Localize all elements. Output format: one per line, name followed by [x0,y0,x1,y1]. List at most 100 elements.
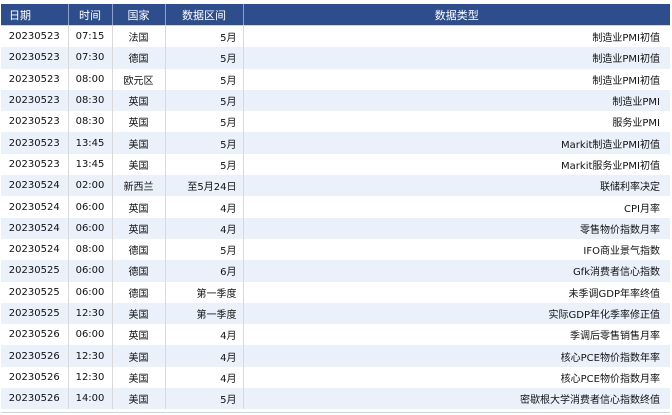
country-cell: 英国 [112,217,166,239]
date-cell: 20230523 [1,153,69,176]
range-cell: 5月 [165,47,244,69]
time-cell: 06:00 [68,281,113,303]
range-cell: 5月 [165,68,244,90]
table-row[interactable]: 20230524 02:00 新西兰 至5月24日 联储利率决定 [1,175,670,197]
type-cell: 服务业PMI [243,111,670,133]
table-row[interactable]: 20230526 06:00 英国 4月 季调后零售销售月率 [1,324,670,346]
country-cell: 美国 [112,366,166,389]
table-row[interactable]: 20230523 07:30 德国 5月 制造业PMI初值 [1,47,670,69]
economic-calendar-table: 日期 时间 国家 数据区间 数据类型 20230523 07:15 法国 5月 制造业P… [1,4,670,410]
date-cell: 20230526 [1,366,69,389]
table-row[interactable]: 20230526 12:30 美国 4月 核心PCE物价指数月率 [1,366,670,389]
date-cell: 20230525 [1,281,69,303]
table-row[interactable]: 20230523 13:45 美国 5月 Markit制造业PMI初值 [1,132,670,154]
date-cell: 20230523 [1,68,69,90]
time-cell: 06:00 [68,324,113,346]
type-cell: 未季调GDP年率终值 [243,281,670,303]
date-cell: 20230524 [1,217,69,239]
type-cell: Markit制造业PMI初值 [243,132,670,154]
date-cell: 20230523 [1,132,69,154]
date-cell: 20230525 [1,260,69,282]
country-cell: 美国 [112,153,166,176]
type-cell: 核心PCE物价指数年率 [243,345,670,367]
type-cell: 制造业PMI [243,89,670,112]
range-cell: 第一季度 [165,281,244,303]
country-cell: 英国 [112,111,166,133]
type-cell: 零售物价指数月率 [243,217,670,239]
header-range[interactable]: 数据区间 [165,4,244,26]
time-cell: 06:00 [68,260,113,282]
table-row[interactable]: 20230523 13:45 美国 5月 Markit服务业PMI初值 [1,153,670,176]
time-cell: 13:45 [68,153,113,176]
table-row[interactable]: 20230523 08:30 英国 5月 服务业PMI [1,111,670,133]
range-cell: 4月 [165,196,244,218]
header-type[interactable]: 数据类型 [243,4,670,26]
date-cell: 20230523 [1,111,69,133]
table-body: 20230523 07:15 法国 5月 制造业PMI初值 20230523 07:30 德国… [1,25,670,410]
table-row[interactable]: 20230524 08:00 德国 5月 IFO商业景气指数 [1,238,670,261]
range-cell: 5月 [165,89,244,112]
type-cell: 制造业PMI初值 [243,25,670,48]
range-cell: 5月 [165,153,244,176]
table-row[interactable]: 20230525 06:00 德国 6月 Gfk消费者信心指数 [1,260,670,282]
date-cell: 20230526 [1,345,69,367]
country-cell: 欧元区 [112,68,166,90]
date-cell: 20230524 [1,196,69,218]
country-cell: 英国 [112,89,166,112]
table-row[interactable]: 20230524 06:00 英国 4月 零售物价指数月率 [1,217,670,239]
country-cell: 英国 [112,196,166,218]
table-row[interactable]: 20230525 06:00 德国 第一季度 未季调GDP年率终值 [1,281,670,303]
type-cell: 联储利率决定 [243,175,670,197]
range-cell: 5月 [165,238,244,261]
header-country[interactable]: 国家 [112,4,166,26]
country-cell: 美国 [112,345,166,367]
date-cell: 20230523 [1,89,69,112]
range-cell: 4月 [165,345,244,367]
header-time[interactable]: 时间 [68,4,113,26]
type-cell: Markit服务业PMI初值 [243,153,670,176]
type-cell: 季调后零售销售月率 [243,324,670,346]
country-cell: 美国 [112,302,166,325]
country-cell: 美国 [112,388,166,410]
type-cell: IFO商业景气指数 [243,238,670,261]
time-cell: 08:00 [68,68,113,90]
time-cell: 12:30 [68,302,113,325]
country-cell: 法国 [112,25,166,48]
time-cell: 08:30 [68,111,113,133]
time-cell: 06:00 [68,196,113,218]
time-cell: 08:30 [68,89,113,112]
table-row[interactable]: 20230523 07:15 法国 5月 制造业PMI初值 [1,25,670,48]
country-cell: 德国 [112,281,166,303]
range-cell: 4月 [165,324,244,346]
data-calendar: 日期 时间 国家 数据区间 数据类型 20230523 07:15 法国 5月 制造业P… [0,4,672,415]
table-row[interactable]: 20230524 06:00 英国 4月 CPI月率 [1,196,670,218]
table-row[interactable]: 20230523 08:00 欧元区 5月 制造业PMI初值 [1,68,670,90]
type-cell: 制造业PMI初值 [243,47,670,69]
table-row[interactable]: 20230525 12:30 美国 第一季度 实际GDP年化季率修正值 [1,302,670,325]
header-row: 日期 时间 国家 数据区间 数据类型 [1,4,670,26]
date-cell: 20230524 [1,175,69,197]
country-cell: 新西兰 [112,175,166,197]
type-cell: Gfk消费者信心指数 [243,260,670,282]
time-cell: 06:00 [68,217,113,239]
time-cell: 14:00 [68,388,113,410]
country-cell: 德国 [112,47,166,69]
time-cell: 08:00 [68,238,113,261]
date-cell: 20230523 [1,47,69,69]
country-cell: 美国 [112,132,166,154]
table-header: 日期 时间 国家 数据区间 数据类型 [1,4,670,26]
range-cell: 5月 [165,111,244,133]
range-cell: 第一季度 [165,302,244,325]
range-cell: 4月 [165,217,244,239]
date-cell: 20230523 [1,25,69,48]
range-cell: 5月 [165,132,244,154]
range-cell: 至5月24日 [165,175,244,197]
country-cell: 德国 [112,260,166,282]
type-cell: 制造业PMI初值 [243,68,670,90]
time-cell: 07:15 [68,25,113,48]
table-row[interactable]: 20230526 14:00 美国 5月 密歇根大学消费者信心指数终值 [1,388,670,410]
header-date[interactable]: 日期 [1,4,69,26]
table-row[interactable]: 20230523 08:30 英国 5月 制造业PMI [1,89,670,112]
table-row[interactable]: 20230526 12:30 美国 4月 核心PCE物价指数年率 [1,345,670,367]
range-cell: 5月 [165,388,244,410]
